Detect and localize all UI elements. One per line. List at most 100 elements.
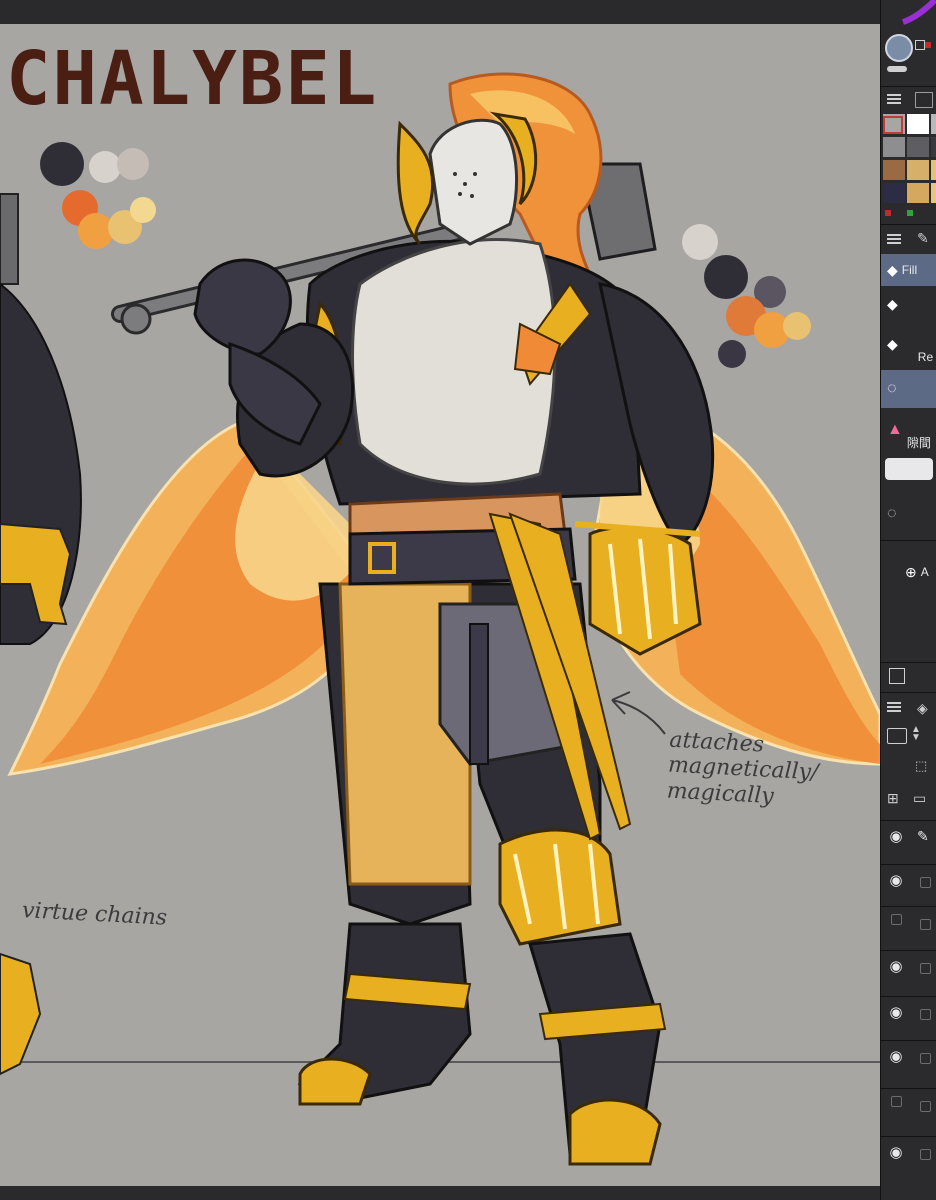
top-toolbar bbox=[0, 0, 880, 24]
eye-icon[interactable]: ◉ bbox=[887, 872, 905, 890]
menu-icon-3[interactable] bbox=[887, 702, 901, 704]
drawing-canvas[interactable]: CHALYBEL attaches magnetically/ magicall… bbox=[0, 24, 880, 1186]
layer-lock-checkbox[interactable] bbox=[920, 1009, 931, 1020]
artwork bbox=[0, 72, 880, 1166]
layer-divider bbox=[881, 1040, 936, 1041]
right-palette-swatch bbox=[718, 340, 746, 368]
menu-icon[interactable] bbox=[887, 94, 901, 96]
pen-tool-icon[interactable]: ✎ bbox=[917, 230, 929, 247]
layer-divider bbox=[881, 950, 936, 951]
plus-icon: ⊕ bbox=[905, 563, 917, 580]
layer-divider bbox=[881, 996, 936, 997]
tool-re-label: Re bbox=[917, 350, 934, 364]
eye-icon[interactable]: ◉ bbox=[887, 828, 905, 846]
red-dot-indicator-2 bbox=[885, 210, 891, 216]
eye-icon[interactable]: ◉ bbox=[887, 1004, 905, 1022]
divider bbox=[881, 692, 936, 693]
color-swatch[interactable] bbox=[883, 137, 905, 157]
lasso-icon: ◌ bbox=[887, 505, 897, 522]
stroke-preview-icon[interactable] bbox=[887, 66, 907, 72]
tool-lasso[interactable]: ◌ bbox=[881, 370, 936, 408]
layer-divider bbox=[881, 906, 936, 907]
side-view-figure bbox=[0, 193, 82, 1076]
checkbox-icon[interactable] bbox=[889, 668, 905, 684]
tool-gap[interactable]: ▲ 隙間 bbox=[881, 414, 936, 450]
layer-lock-checkbox[interactable] bbox=[920, 1101, 931, 1112]
layers-icon[interactable]: ◈ bbox=[917, 700, 928, 717]
tool-panel: ✎ ◆ Fill ◆ ◆ Re ◌ ▲ 隙間 ◌ ⊕ A ◈ ▲ ▼ ⬚ ⊞ ▭… bbox=[880, 0, 936, 1200]
divider bbox=[881, 662, 936, 663]
brush-circle-icon[interactable] bbox=[885, 34, 913, 62]
hidden-eye-checkbox[interactable] bbox=[891, 1096, 902, 1107]
right-palette-swatch bbox=[682, 224, 718, 260]
lasso-icon: ◌ bbox=[887, 380, 897, 397]
layer-lock-checkbox[interactable] bbox=[920, 963, 931, 974]
fill-bucket-icon: ◆ bbox=[887, 295, 898, 312]
left-palette-swatch bbox=[117, 148, 149, 180]
folder-add-icon[interactable]: ▭ bbox=[913, 790, 926, 807]
marquee-icon[interactable]: ⬚ bbox=[915, 758, 927, 774]
brush-preview-icon bbox=[885, 458, 933, 480]
color-swatch[interactable] bbox=[931, 160, 936, 180]
divider bbox=[881, 86, 936, 87]
left-palette-swatch bbox=[130, 197, 156, 223]
color-swatch[interactable] bbox=[907, 114, 929, 134]
color-swatch[interactable] bbox=[883, 183, 905, 203]
add-button[interactable]: ⊕ A bbox=[881, 556, 936, 588]
tool-fill-label: Fill bbox=[901, 263, 918, 277]
color-swatch[interactable] bbox=[907, 137, 929, 157]
divider bbox=[881, 540, 936, 541]
view-toggle-icon[interactable] bbox=[915, 92, 933, 108]
layer-lock-checkbox[interactable] bbox=[920, 1149, 931, 1160]
fill-bucket-icon: ◆ bbox=[887, 335, 898, 352]
left-palette-swatch bbox=[40, 142, 84, 186]
blend-mode-icon[interactable] bbox=[887, 728, 907, 744]
tool-refer[interactable]: ◆ Re bbox=[881, 328, 936, 365]
tool-lasso-2[interactable]: ◌ bbox=[881, 498, 936, 530]
boots bbox=[297, 922, 667, 1166]
tool-fill[interactable]: ◆ Fill bbox=[881, 254, 936, 286]
bottom-bar bbox=[0, 1186, 880, 1200]
new-layer-icon[interactable]: ⊞ bbox=[887, 790, 899, 807]
hidden-eye-checkbox[interactable] bbox=[891, 914, 902, 925]
right-palette-swatch bbox=[783, 312, 811, 340]
color-wheel-icon[interactable] bbox=[895, 0, 936, 34]
pencil-icon[interactable]: ✎ bbox=[917, 828, 929, 845]
color-swatch[interactable] bbox=[931, 137, 936, 157]
color-swatch[interactable] bbox=[883, 160, 905, 180]
layer-lock-checkbox[interactable] bbox=[920, 1053, 931, 1064]
note-attaches: attaches magnetically/ magically bbox=[666, 727, 820, 809]
eye-icon[interactable]: ◉ bbox=[887, 1144, 905, 1162]
menu-icon-2[interactable] bbox=[887, 234, 901, 236]
add-label: A bbox=[920, 565, 929, 579]
tool-brush-preview[interactable] bbox=[881, 454, 936, 484]
layer-divider bbox=[881, 1088, 936, 1089]
left-palette-swatch bbox=[89, 151, 121, 183]
app-window: CHALYBEL attaches magnetically/ magicall… bbox=[0, 0, 936, 1200]
divider bbox=[881, 224, 936, 225]
green-dot-indicator bbox=[907, 210, 913, 216]
layer-divider bbox=[881, 864, 936, 865]
eye-icon[interactable]: ◉ bbox=[887, 1048, 905, 1066]
eye-icon[interactable]: ◉ bbox=[887, 958, 905, 976]
arrow bbox=[611, 691, 666, 735]
layer-divider bbox=[881, 820, 936, 821]
small-square-icon[interactable] bbox=[915, 40, 925, 50]
helmet bbox=[396, 111, 538, 246]
tool-gap-label: 隙間 bbox=[906, 435, 931, 450]
character-title: CHALYBEL bbox=[6, 36, 379, 122]
color-swatch[interactable] bbox=[931, 183, 936, 203]
color-swatch[interactable] bbox=[931, 114, 936, 134]
color-swatch[interactable] bbox=[907, 183, 929, 203]
red-dot-indicator bbox=[925, 42, 931, 48]
right-palette-swatch bbox=[704, 255, 748, 299]
selected-swatch[interactable] bbox=[883, 116, 903, 134]
cake-icon: ▲ bbox=[887, 421, 903, 438]
layer-lock-checkbox[interactable] bbox=[920, 919, 931, 930]
layer-divider bbox=[881, 1136, 936, 1137]
stepper-icon[interactable]: ▲ ▼ bbox=[911, 725, 921, 743]
color-swatch[interactable] bbox=[907, 160, 929, 180]
fill-bucket-icon: ◆ bbox=[887, 261, 898, 278]
tool-fill-2[interactable]: ◆ bbox=[881, 288, 936, 320]
layer-lock-checkbox[interactable] bbox=[920, 877, 931, 888]
